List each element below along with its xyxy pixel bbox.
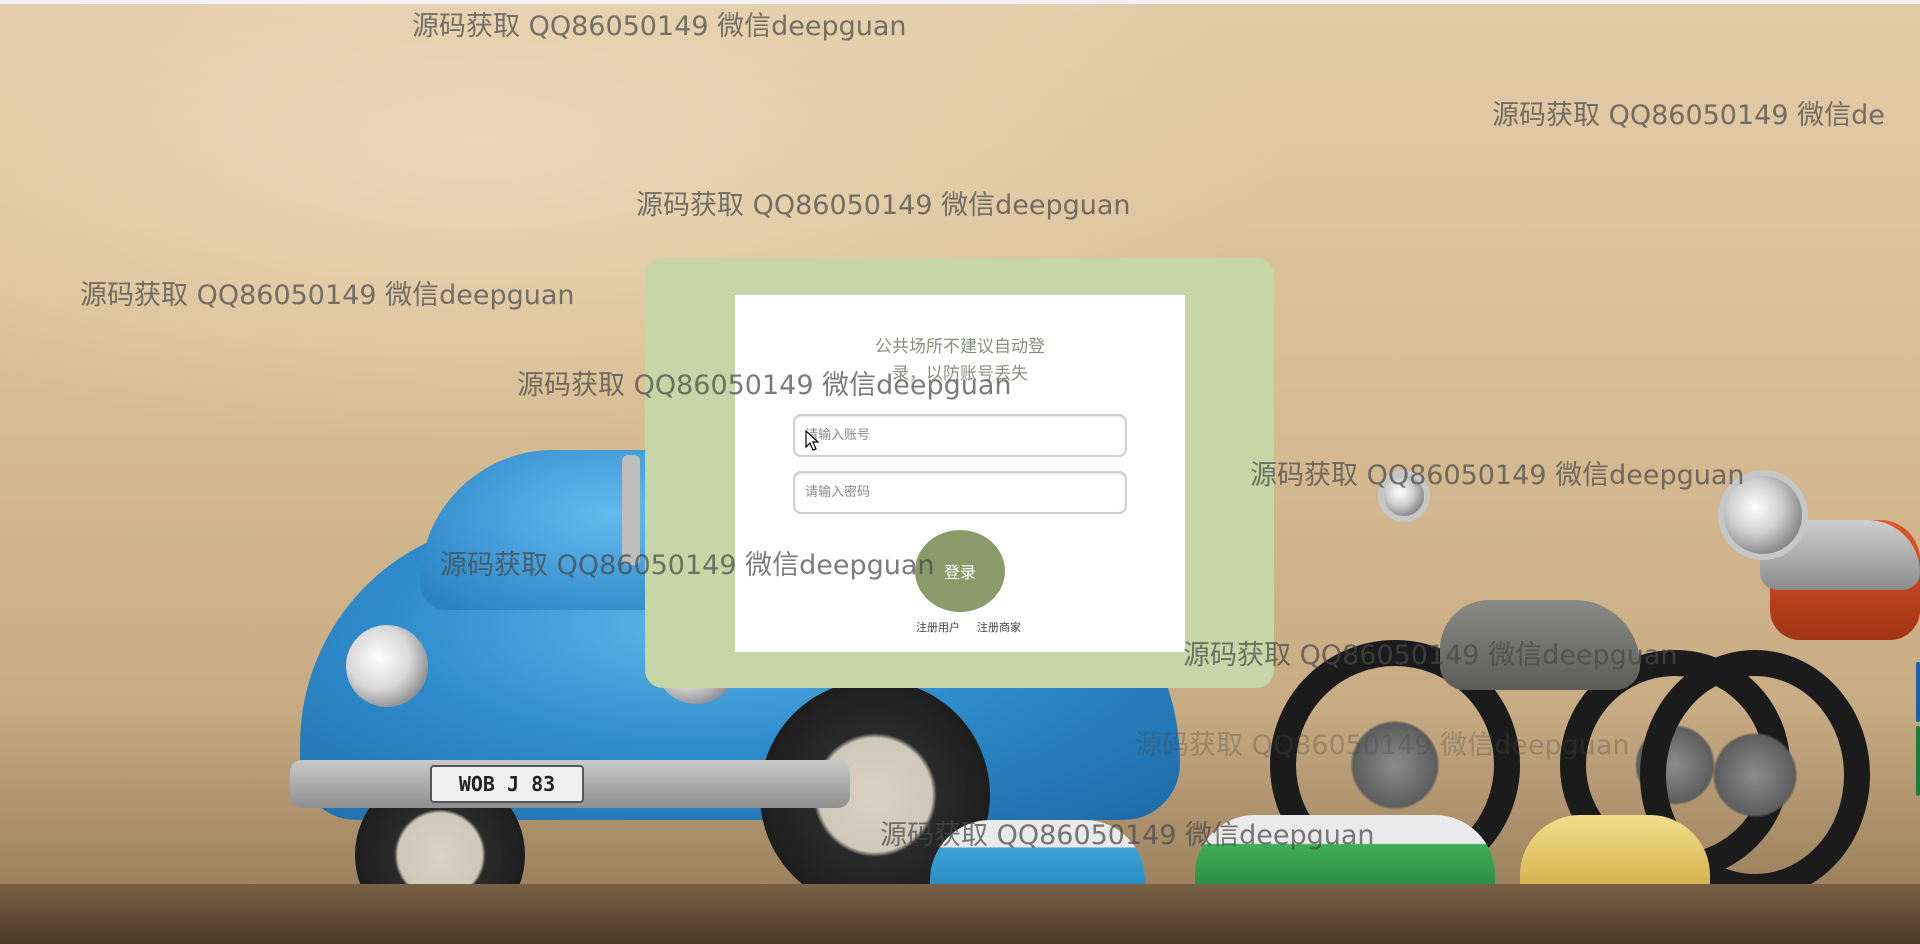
login-button[interactable]: 登录 [915, 530, 1005, 612]
register-merchant-link[interactable]: 注册商家 [977, 619, 1021, 635]
motorcycle-headlight [1718, 470, 1808, 560]
register-user-link[interactable]: 注册用户 [916, 619, 960, 635]
account-input[interactable] [793, 414, 1127, 457]
scroll-indicator[interactable] [1916, 662, 1920, 722]
license-plate: WOB J 83 [430, 765, 584, 803]
motorcycle-headlight [1378, 470, 1430, 522]
blue-toy-car-pillar [622, 455, 640, 565]
top-border [0, 0, 1920, 4]
mouse-cursor-icon [805, 430, 819, 451]
scroll-indicator[interactable] [1916, 726, 1920, 796]
shelf-floor [0, 884, 1920, 944]
password-input[interactable] [793, 471, 1127, 514]
login-notice: 公共场所不建议自动登录，以防账号丢失 [875, 337, 1045, 384]
motorcycle-tank [1440, 600, 1640, 690]
car-headlight [346, 625, 428, 707]
